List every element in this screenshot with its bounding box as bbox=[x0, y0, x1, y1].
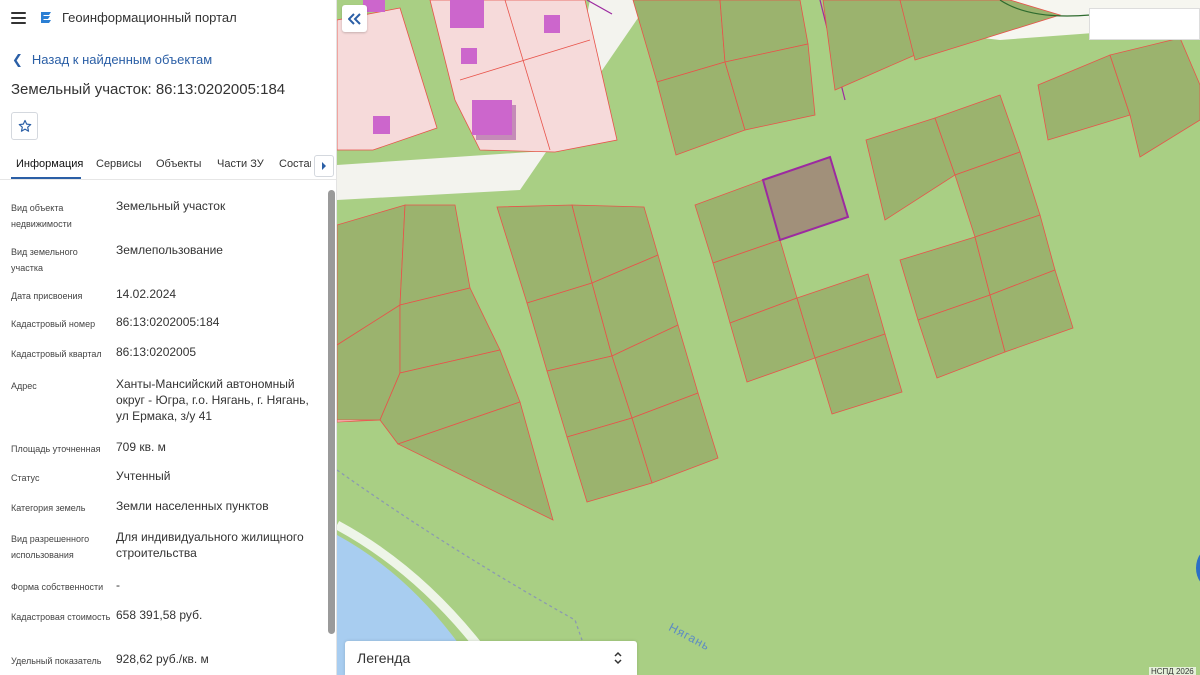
property-value: Учтенный bbox=[116, 469, 171, 483]
legend-dropdown[interactable]: Легенда bbox=[345, 641, 637, 675]
property-label: Площадь уточненная bbox=[11, 444, 101, 454]
property-value: 709 кв. м bbox=[116, 440, 166, 454]
select-arrows-icon bbox=[614, 651, 622, 665]
page-title: Земельный участок: 86:13:0202005:184 bbox=[11, 81, 286, 98]
property-value: Для индивидуального жилищного строительс… bbox=[116, 530, 304, 560]
property-value: Землепользование bbox=[116, 243, 223, 257]
double-chevron-left-icon bbox=[347, 12, 361, 25]
property-label: Форма собственности bbox=[11, 582, 104, 592]
active-tab-indicator bbox=[11, 177, 81, 179]
property-value: 86:13:0202005:184 bbox=[116, 315, 220, 329]
legend-label: Легенда bbox=[357, 650, 411, 666]
map-attribution: НСПД 2026 bbox=[1149, 667, 1196, 675]
header-bar: Геоинформационный портал bbox=[0, 0, 336, 36]
star-outline-icon bbox=[18, 119, 31, 132]
tab-bar: Информация Сервисы Объекты Части ЗУ Сост… bbox=[0, 148, 336, 180]
portal-logo-icon[interactable] bbox=[39, 10, 55, 26]
tab-composition[interactable]: Состав bbox=[279, 158, 311, 170]
property-list: Вид объекта недвижимости Земельный участ… bbox=[0, 182, 326, 675]
property-value: 658 391,58 руб. bbox=[116, 608, 203, 622]
tab-information[interactable]: Информация bbox=[16, 158, 83, 170]
panel-scrollbar[interactable] bbox=[328, 190, 335, 634]
property-label: Удельный показатель bbox=[11, 656, 102, 666]
collapse-panel-button[interactable] bbox=[342, 5, 367, 32]
property-label: Кадастровый квартал bbox=[11, 349, 102, 359]
tab-parcel-parts[interactable]: Части ЗУ bbox=[217, 158, 264, 170]
property-label: Вид разрешенного использования bbox=[11, 534, 90, 560]
favorite-button[interactable] bbox=[11, 112, 38, 140]
map-canvas[interactable]: Нягань bbox=[337, 0, 1200, 675]
chevron-left-icon: ❮ bbox=[12, 52, 23, 67]
property-label: Дата присвоения bbox=[11, 291, 83, 301]
property-label: Кадастровый номер bbox=[11, 319, 96, 329]
property-label: Статус bbox=[11, 473, 40, 483]
map-layers bbox=[337, 0, 1200, 675]
map-search-box[interactable] bbox=[1089, 8, 1200, 40]
property-value: Земельный участок bbox=[116, 199, 226, 213]
back-link-label: Назад к найденным объектам bbox=[31, 52, 213, 67]
caret-right-icon bbox=[322, 162, 326, 170]
portal-title: Геоинформационный портал bbox=[62, 10, 237, 25]
property-label: Вид земельного участка bbox=[11, 247, 78, 273]
property-value: Ханты-Мансийский автономный округ - Югра… bbox=[116, 377, 309, 423]
info-panel: Геоинформационный портал ❮ Назад к найден… bbox=[0, 0, 337, 675]
selected-parcel[interactable] bbox=[761, 155, 850, 242]
property-value: 14.02.2024 bbox=[116, 287, 177, 301]
tab-services[interactable]: Сервисы bbox=[96, 158, 142, 170]
tab-objects[interactable]: Объекты bbox=[156, 158, 201, 170]
property-label: Категория земель bbox=[11, 503, 86, 513]
property-value: 86:13:0202005 bbox=[116, 345, 197, 359]
property-label: Адрес bbox=[11, 381, 37, 391]
property-value: Земли населенных пунктов bbox=[116, 499, 269, 513]
property-value: 928,62 руб./кв. м bbox=[116, 652, 209, 666]
back-to-results-link[interactable]: ❮ Назад к найденным объектам bbox=[12, 52, 212, 68]
tabs-scroll-right-button[interactable] bbox=[314, 155, 334, 177]
hamburger-icon[interactable] bbox=[11, 12, 26, 24]
property-value: - bbox=[116, 578, 120, 592]
property-label: Вид объекта недвижимости bbox=[11, 203, 72, 229]
property-label: Кадастровая стоимость bbox=[11, 612, 111, 622]
